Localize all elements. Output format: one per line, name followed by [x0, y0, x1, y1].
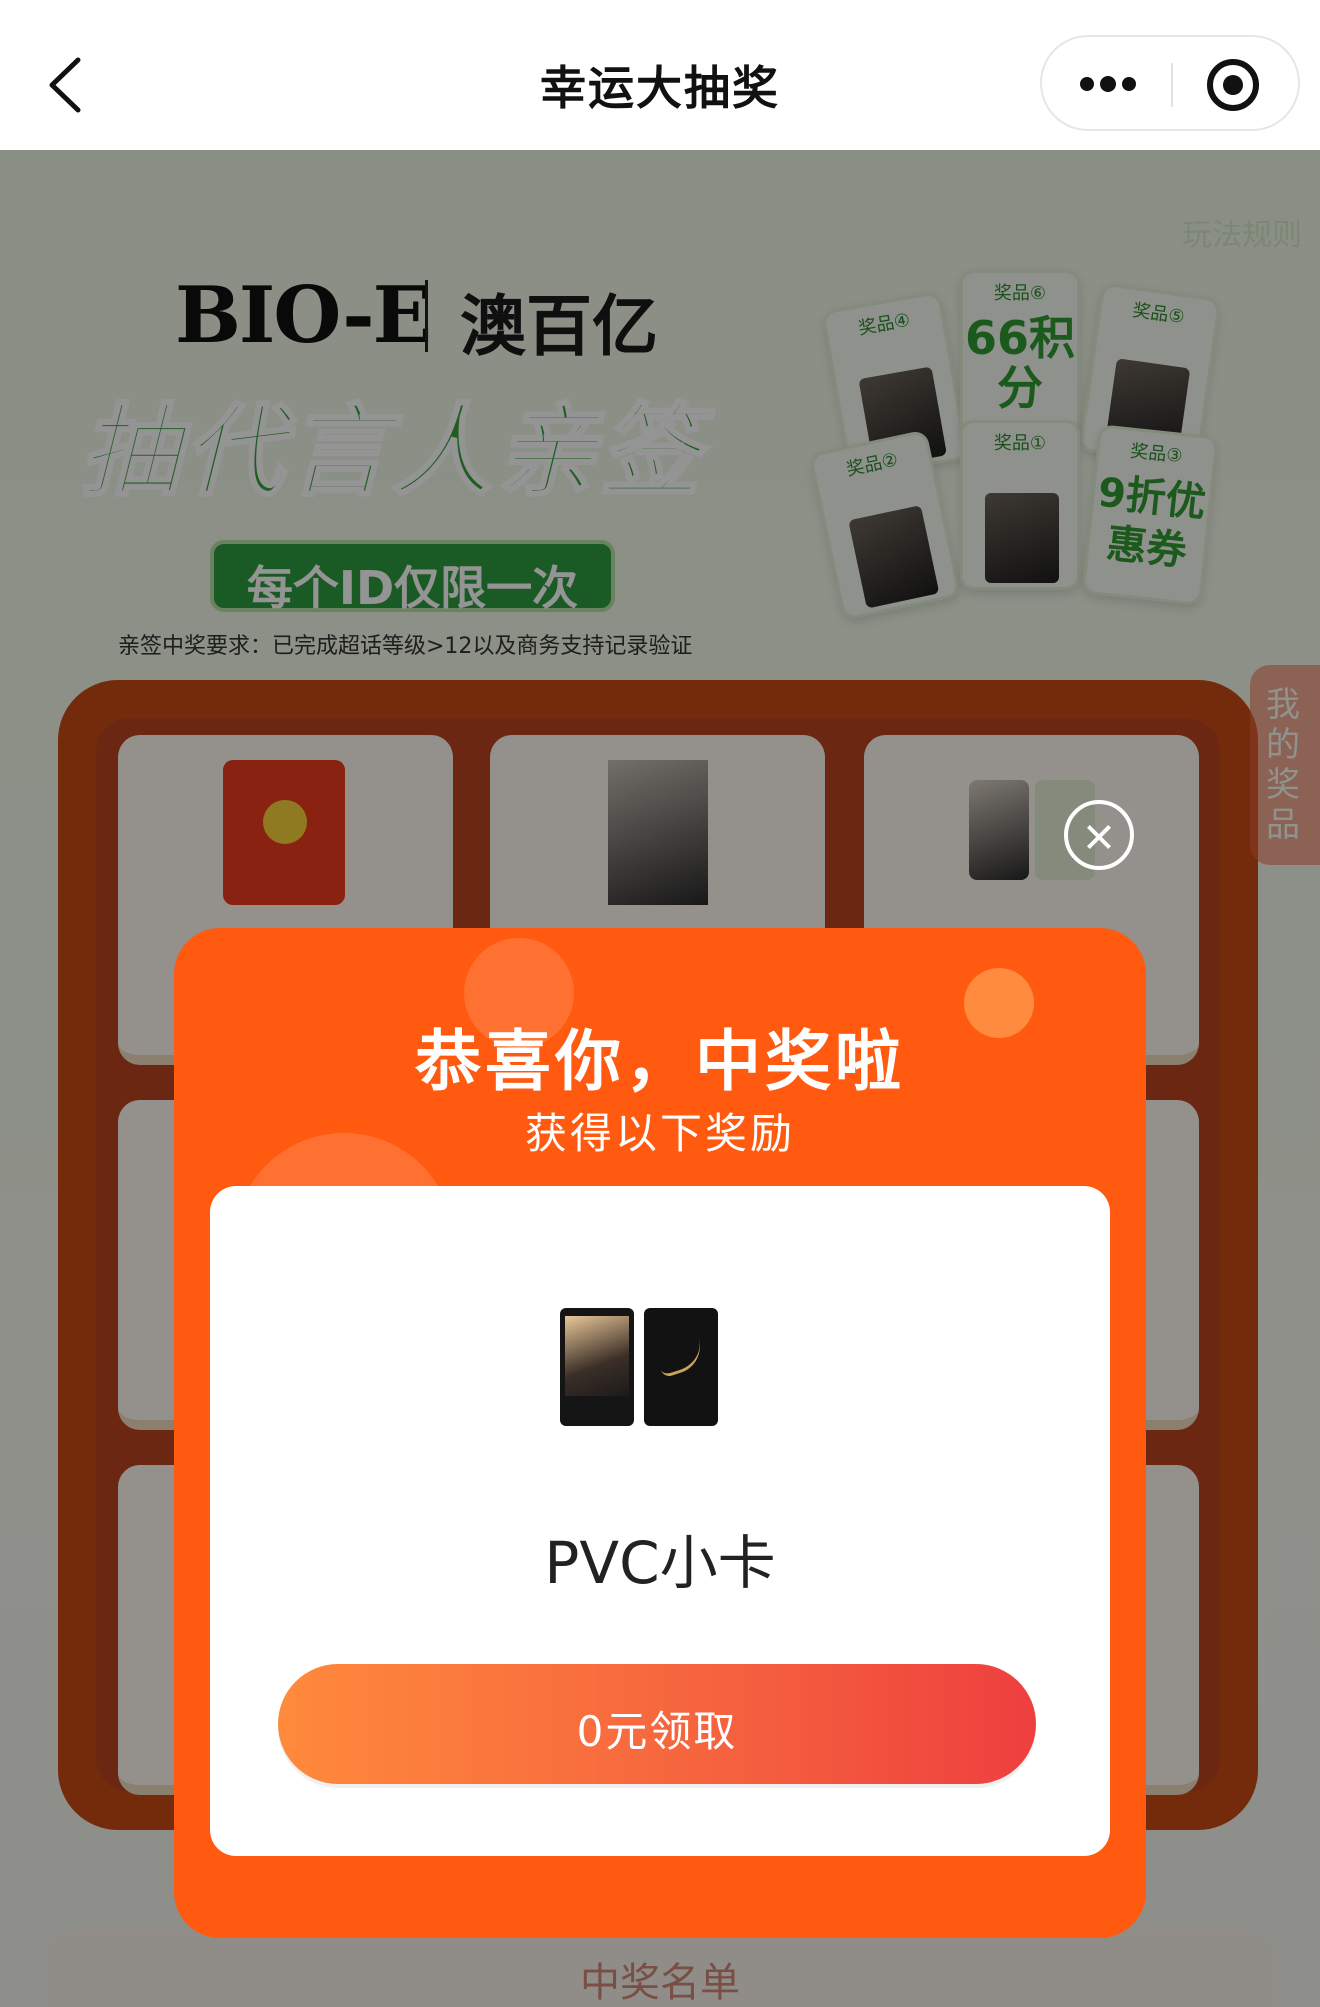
modal-title: 恭喜你，中奖啦: [415, 1023, 905, 1100]
reward-card-front: [560, 1308, 634, 1426]
more-menu-button[interactable]: [1042, 37, 1172, 133]
signature-mark: [654, 1337, 708, 1379]
reward-card-back: [644, 1308, 718, 1426]
dot-icon: [1080, 77, 1094, 91]
reward-image: [560, 1308, 720, 1428]
mini-program-capsule: [1040, 35, 1300, 131]
close-miniprogram-icon[interactable]: [1207, 59, 1259, 111]
claim-button[interactable]: 0元领取: [278, 1664, 1036, 1784]
close-modal-button[interactable]: [1064, 800, 1134, 870]
dot-icon: [1122, 77, 1136, 91]
modal-subtitle: 获得以下奖励: [524, 1109, 795, 1158]
reward-name: PVC小卡: [544, 1529, 776, 1597]
top-nav-bar: 幸运大抽奖: [0, 0, 1320, 150]
dot-icon: [1100, 76, 1116, 92]
win-modal: 恭喜你，中奖啦 获得以下奖励 PVC小卡 0元领取: [174, 928, 1146, 1938]
portrait-photo: [565, 1316, 629, 1396]
reward-card: PVC小卡 0元领取: [210, 1186, 1110, 1856]
claim-button-label: 0元领取: [576, 1707, 738, 1756]
capsule-divider: [1171, 63, 1173, 107]
